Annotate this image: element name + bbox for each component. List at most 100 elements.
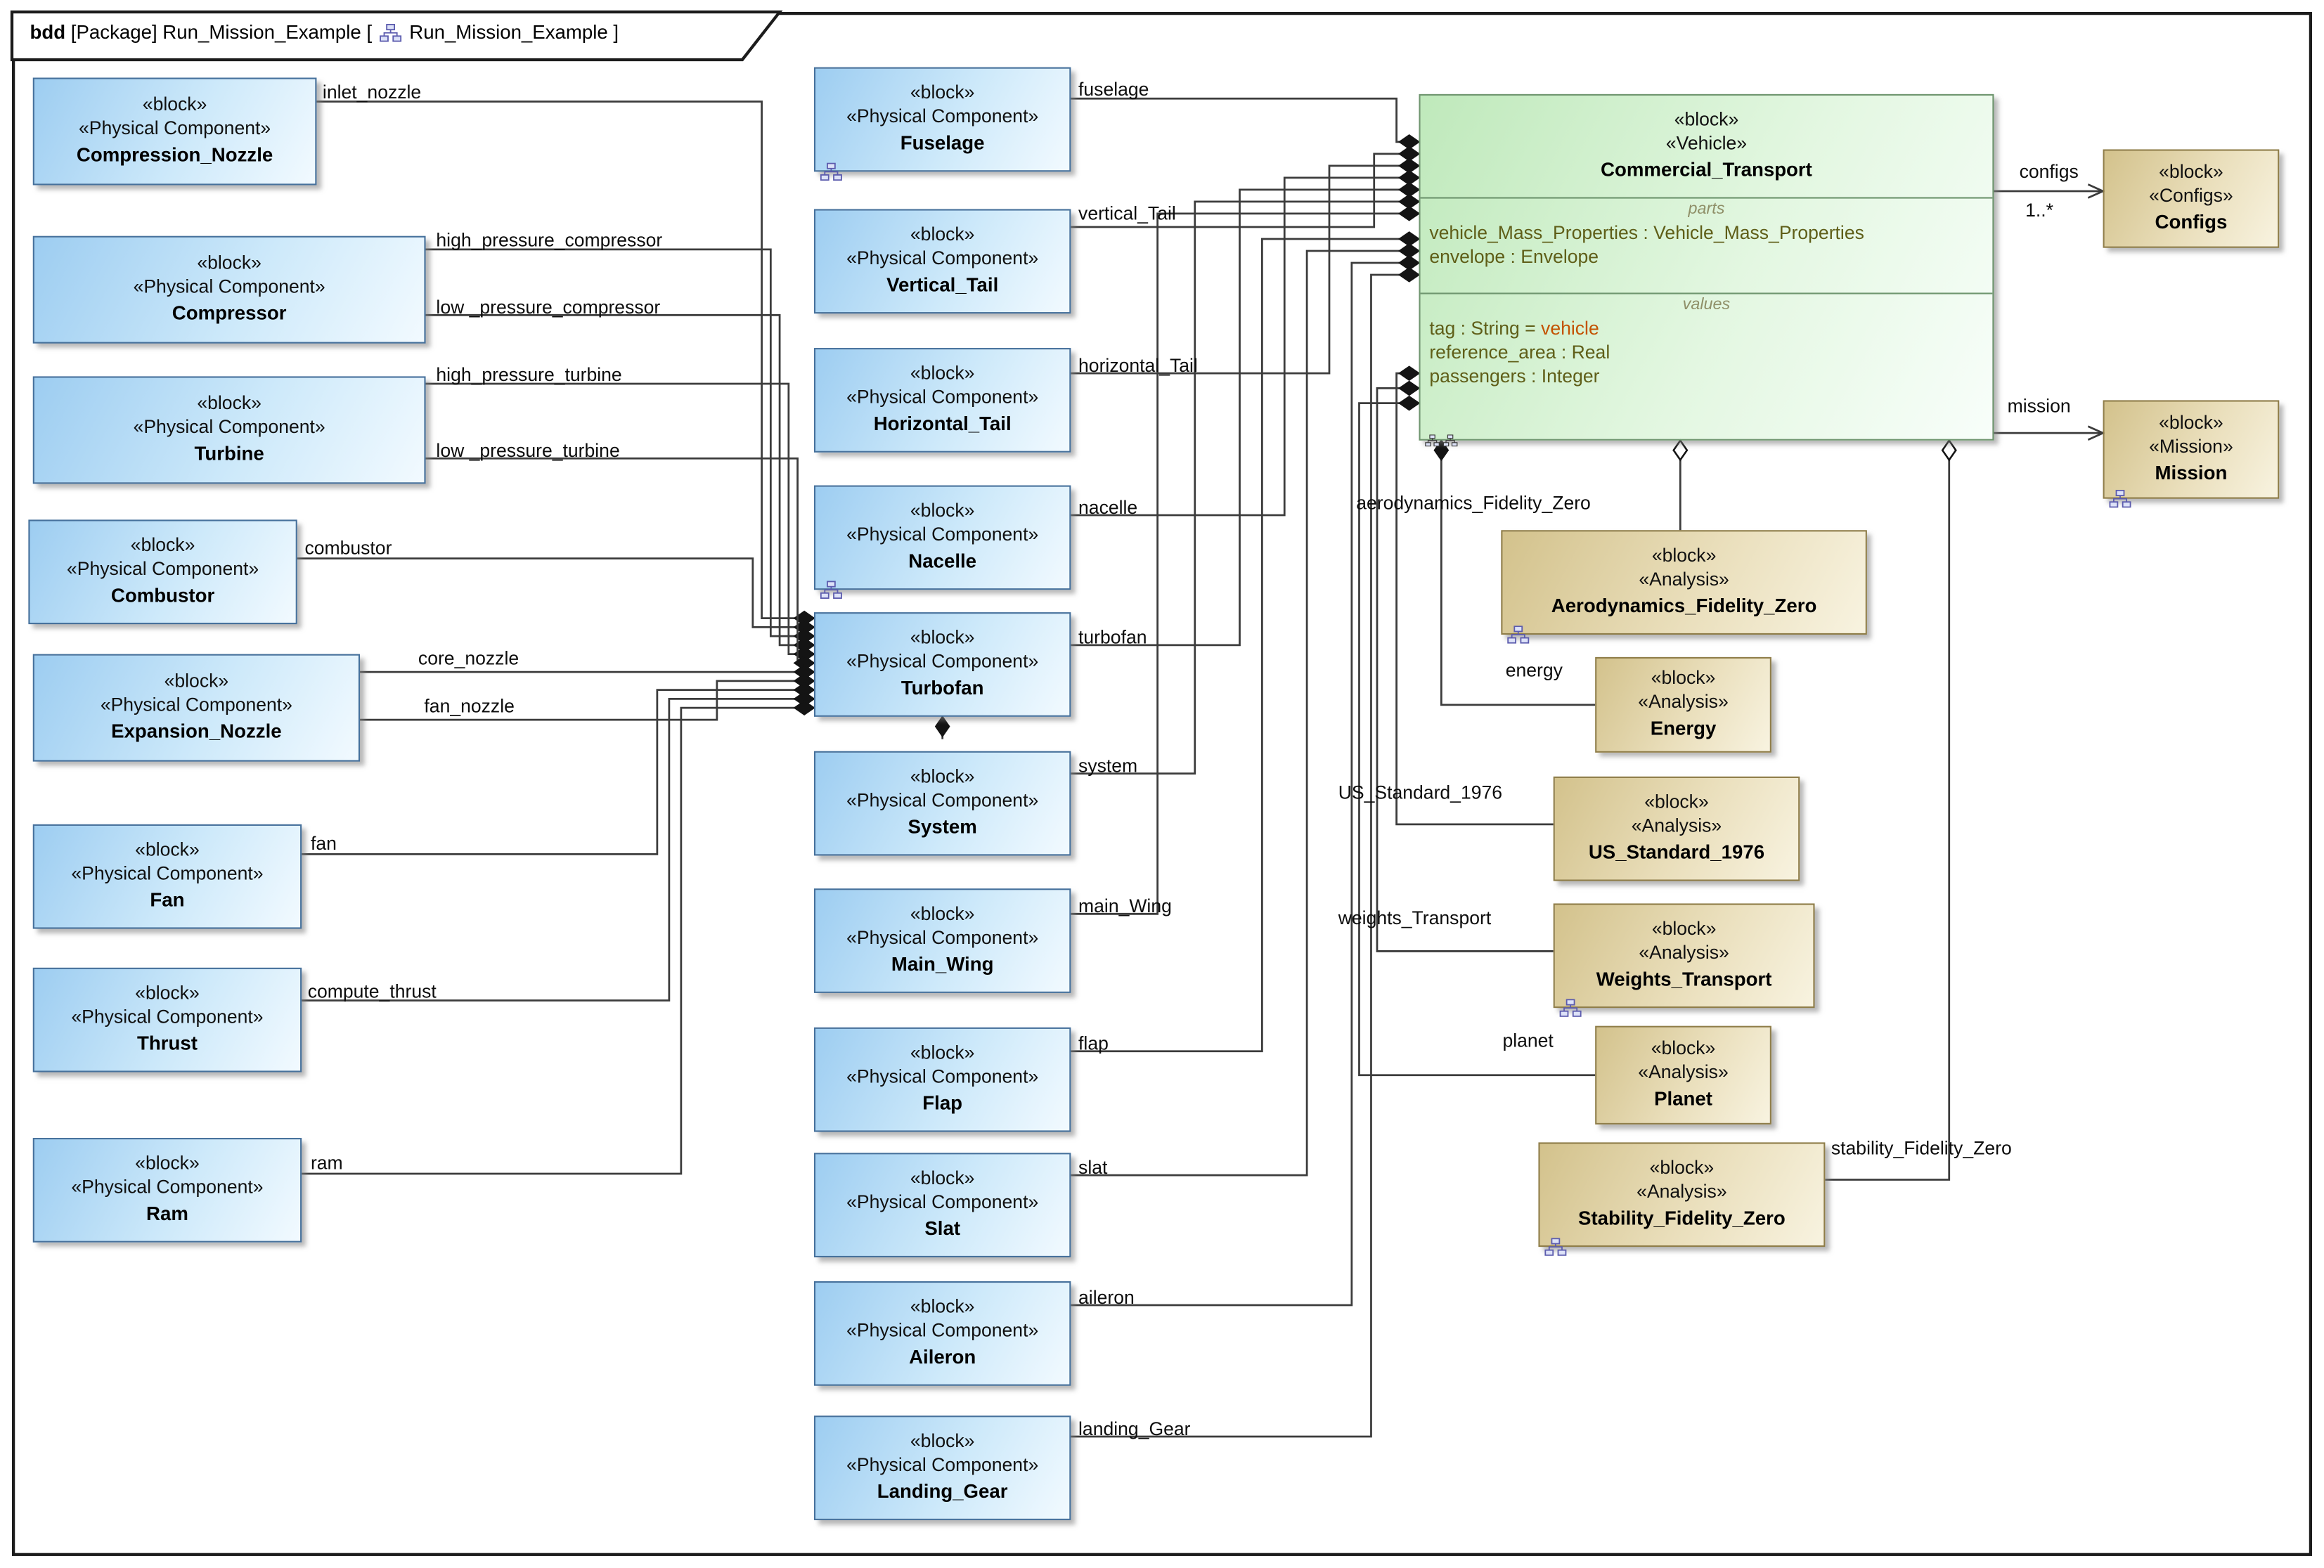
bdd-diagram-icon (380, 23, 402, 42)
block-Horizontal_Tail[interactable]: «block» «Physical Component» Horizontal_Ta… (813, 348, 1071, 453)
edge-label-ram[interactable]: ram (311, 1153, 343, 1174)
stereotype-label: «Configs» (2149, 185, 2233, 207)
block-name: Flap (922, 1091, 963, 1114)
edge-low_pressure_turbine[interactable] (425, 457, 814, 664)
edge-slat[interactable] (1071, 250, 1419, 1177)
block-name: Combustor (110, 583, 215, 606)
block-Aileron[interactable]: «block» «Physical Component» Aileron (813, 1281, 1071, 1386)
block-Vertical_Tail[interactable]: «block» «Physical Component» Vertical_Tail (813, 209, 1071, 314)
stereotype-label: «Physical Component» (846, 524, 1039, 545)
edge-main_Wing[interactable] (1071, 212, 1419, 915)
edge-label-fan-nozzle[interactable]: fan_nozzle (424, 696, 514, 717)
edge-label-1-[interactable]: 1..* (2025, 200, 2053, 221)
edge-fan[interactable] (302, 689, 814, 855)
edge-label-landing-gear[interactable]: landing_Gear (1078, 1418, 1190, 1439)
edge-label-slat[interactable]: slat (1078, 1158, 1107, 1179)
stereotype-label: «block» (197, 393, 262, 415)
property-line[interactable]: envelope : Envelope (1429, 245, 1983, 268)
edge-high_pressure_turbine[interactable] (425, 382, 814, 655)
block-Compression_Nozzle[interactable]: «block» «Physical Component» Compression_N… (32, 77, 317, 186)
property-line[interactable]: passengers : Integer (1429, 364, 1983, 388)
edge-label-vertical-tail[interactable]: vertical_Tail (1078, 203, 1176, 224)
block-Mission[interactable]: «block» «Mission» Mission (2103, 400, 2280, 508)
edge-compute_thrust[interactable] (302, 697, 814, 1002)
diagram-canvas: bdd [Package] Run_Mission_Example [Run_M… (0, 0, 2324, 1568)
edge-horizontal_Tail[interactable] (1071, 164, 1419, 375)
block-US_Standard_1976[interactable]: «block» «Analysis» US_Standard_1976 (1553, 776, 1800, 881)
structure-rake-icon (820, 581, 842, 600)
edge-label-configs[interactable]: configs (2020, 161, 2079, 182)
edge-turbofan[interactable] (1071, 188, 1419, 647)
property-line[interactable]: reference_area : Real (1429, 340, 1983, 364)
edge-label-high-pressure-turbine[interactable]: high_pressure_turbine (436, 364, 621, 385)
block-Energy[interactable]: «block» «Analysis» Energy (1595, 656, 1771, 753)
stereotype-label: «Analysis» (1638, 1061, 1729, 1083)
block-Weights_Transport[interactable]: «block» «Analysis» Weights_Transport (1553, 903, 1815, 1017)
block-Stability_Fidelity_Zero[interactable]: «block» «Analysis» Stability_Fidelity_Zero (1538, 1142, 1826, 1256)
block-Landing_Gear[interactable]: «block» «Physical Component» Landing_Gear (813, 1415, 1071, 1520)
block-name: Vertical_Tail (886, 273, 999, 295)
edge-label-mission[interactable]: mission (2008, 396, 2071, 417)
block-Fan[interactable]: «block» «Physical Component» Fan (32, 824, 302, 929)
edge-nacelle[interactable] (1071, 176, 1419, 517)
block-name: Main_Wing (891, 952, 994, 975)
property-line[interactable]: vehicle_Mass_Properties : Vehicle_Mass_P… (1429, 221, 1983, 245)
block-Aerodynamics_Fidelity_Zero[interactable]: «block» «Analysis» Aerodynamics_Fidelity_Z… (1501, 530, 1867, 644)
block-name: Horizontal_Tail (873, 411, 1012, 434)
edge-system[interactable] (1071, 200, 1419, 775)
block-name: Aerodynamics_Fidelity_Zero (1551, 593, 1817, 616)
block-Compressor[interactable]: «block» «Physical Component» Compressor (32, 235, 426, 344)
property-line[interactable]: tag : String = vehicle (1429, 316, 1983, 340)
block-Fuselage[interactable]: «block» «Physical Component» Fuselage (813, 67, 1071, 181)
block-Thrust[interactable]: «block» «Physical Component» Thrust (32, 967, 302, 1073)
edge-label-turbofan[interactable]: turbofan (1078, 627, 1147, 648)
stereotype-label: «Physical Component» (846, 1454, 1039, 1476)
block-name: Energy (1650, 716, 1717, 739)
edge-label-horizontal-tail[interactable]: horizontal_Tail (1078, 356, 1198, 377)
edge-label-us-standard-1976[interactable]: US_Standard_1976 (1338, 782, 1502, 803)
edge-ram[interactable] (302, 706, 814, 1175)
block-System[interactable]: «block» «Physical Component» System (813, 751, 1071, 856)
edge-label-system[interactable]: system (1078, 756, 1137, 777)
block-Ram[interactable]: «block» «Physical Component» Ram (32, 1138, 302, 1243)
edge-label-compute-thrust[interactable]: compute_thrust (308, 981, 437, 1002)
block-Combustor[interactable]: «block» «Physical Component» Combustor (28, 519, 297, 625)
edge-label-fan[interactable]: fan (311, 834, 337, 855)
block-Flap[interactable]: «block» «Physical Component» Flap (813, 1027, 1071, 1132)
block-Nacelle[interactable]: «block» «Physical Component» Nacelle (813, 485, 1071, 600)
edge-landing_Gear[interactable] (1071, 273, 1419, 1438)
stereotype-label: «block» (910, 82, 975, 104)
edge-label-planet[interactable]: planet (1502, 1030, 1553, 1051)
diagram-close-bracket: ] (607, 20, 619, 44)
edge-label-aileron[interactable]: aileron (1078, 1287, 1135, 1308)
stereotype-label: «Physical Component» (846, 651, 1039, 673)
block-Main_Wing[interactable]: «block» «Physical Component» Main_Wing (813, 888, 1071, 993)
edge-label-low-pressure-turbine[interactable]: low _pressure_turbine (436, 441, 619, 462)
edge-label-weights-transport[interactable]: weights_Transport (1338, 908, 1492, 929)
block-name: US_Standard_1976 (1588, 840, 1765, 863)
edge-label-energy[interactable]: energy (1506, 660, 1563, 681)
edge-label-low-pressure-compressor[interactable]: low _pressure_compressor (436, 297, 660, 318)
edge-label-fuselage[interactable]: fuselage (1078, 79, 1149, 101)
stereotype-label: «block» (1651, 1038, 1716, 1060)
edge-label-flap[interactable]: flap (1078, 1033, 1109, 1054)
block-Turbofan[interactable]: «block» «Physical Component» Turbofan (813, 612, 1071, 717)
edge-fuselage[interactable] (1071, 97, 1419, 143)
stereotype-label: «block» (135, 983, 200, 1004)
block-Planet[interactable]: «block» «Analysis» Planet (1595, 1025, 1771, 1125)
edge-label-core-nozzle[interactable]: core_nozzle (418, 648, 519, 669)
block-Slat[interactable]: «block» «Physical Component» Slat (813, 1153, 1071, 1257)
edge-label-nacelle[interactable]: nacelle (1078, 498, 1137, 519)
block-Configs[interactable]: «block» «Configs» Configs (2103, 149, 2280, 248)
values-compartment: values tag : String = vehicle reference_ar… (1420, 292, 1993, 439)
block-Commercial_Transport[interactable]: «block» «Vehicle» Commercial_Transport part… (1419, 93, 1994, 447)
edge-label-inlet-nozzle[interactable]: inlet_nozzle (323, 82, 421, 103)
edge-label-aerodynamics-fidelity-zero[interactable]: aerodynamics_Fidelity_Zero (1356, 493, 1591, 514)
edge-label-stability-fidelity-zero[interactable]: stability_Fidelity_Zero (1831, 1138, 2012, 1159)
edge-label-high-pressure-compressor[interactable]: high_pressure_compressor (436, 230, 662, 251)
edge-label-main-wing[interactable]: main_Wing (1078, 896, 1172, 917)
block-Turbine[interactable]: «block» «Physical Component» Turbine (32, 376, 426, 484)
block-Expansion_Nozzle[interactable]: «block» «Physical Component» Expansion_Noz… (32, 654, 361, 762)
edge-combustor[interactable] (297, 557, 814, 628)
edge-label-combustor[interactable]: combustor (304, 538, 392, 559)
